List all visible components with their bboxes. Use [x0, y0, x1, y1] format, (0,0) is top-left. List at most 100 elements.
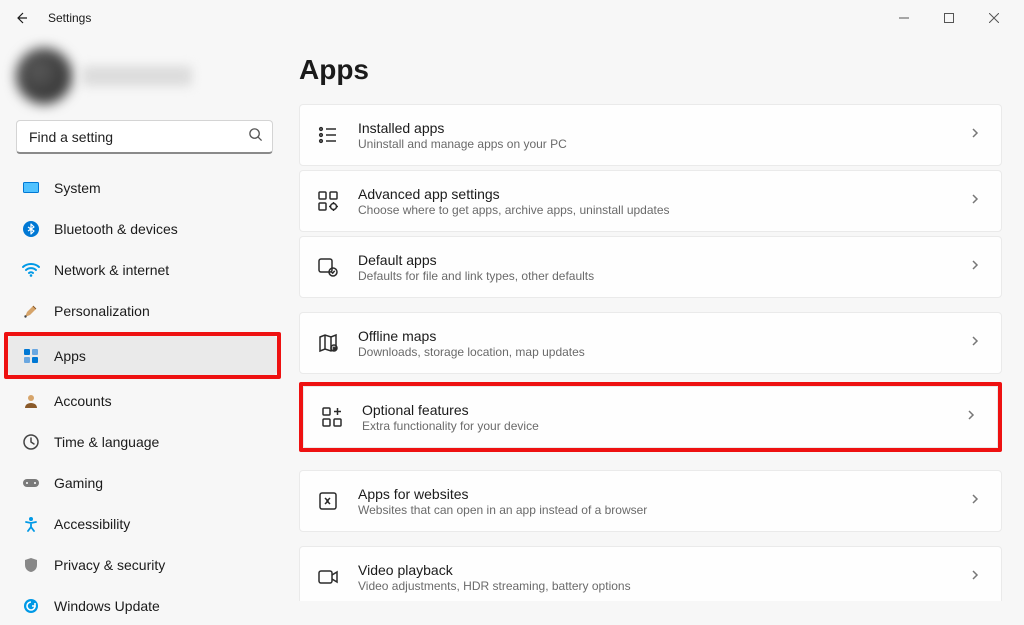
avatar [16, 48, 72, 104]
person-icon [22, 392, 40, 410]
item-text: Default apps Defaults for file and link … [358, 252, 969, 283]
item-subtitle: Defaults for file and link types, other … [358, 269, 969, 283]
group-spacer [299, 536, 1002, 542]
default-apps-icon [314, 253, 342, 281]
accessibility-icon [22, 515, 40, 533]
item-subtitle: Choose where to get apps, archive apps, … [358, 203, 969, 217]
sidebar-highlight-box: Apps [4, 332, 281, 379]
chevron-right-icon [969, 126, 981, 144]
chevron-right-icon [969, 192, 981, 210]
profile-name-redacted [82, 66, 192, 86]
sidebar-item-windows-update[interactable]: Windows Update [8, 586, 277, 625]
sidebar-item-label: Network & internet [54, 262, 169, 278]
item-apps-for-websites[interactable]: Apps for websites Websites that can open… [299, 470, 1002, 532]
item-optional-features[interactable]: Optional features Extra functionality fo… [303, 386, 998, 448]
main-panel: Apps Installed apps Uninstall and manage… [285, 36, 1024, 601]
sidebar-item-accounts[interactable]: Accounts [8, 381, 277, 420]
item-installed-apps[interactable]: Installed apps Uninstall and manage apps… [299, 104, 1002, 166]
gamepad-icon [22, 474, 40, 492]
sidebar-item-bluetooth[interactable]: Bluetooth & devices [8, 209, 277, 248]
apps-icon [22, 347, 40, 365]
item-subtitle: Downloads, storage location, map updates [358, 345, 969, 359]
link-icon [314, 487, 342, 515]
video-icon [314, 563, 342, 591]
chevron-right-icon [969, 568, 981, 586]
list-icon [314, 121, 342, 149]
sidebar-item-accessibility[interactable]: Accessibility [8, 504, 277, 543]
item-title: Optional features [362, 402, 965, 418]
settings-list: Installed apps Uninstall and manage apps… [299, 104, 1002, 601]
close-button[interactable] [971, 3, 1016, 33]
sidebar-item-label: Apps [54, 348, 86, 364]
item-subtitle: Video adjustments, HDR streaming, batter… [358, 579, 969, 593]
shield-icon [22, 556, 40, 574]
item-title: Installed apps [358, 120, 969, 136]
sidebar-item-system[interactable]: System [8, 168, 277, 207]
main-highlight-box: Optional features Extra functionality fo… [299, 382, 1002, 452]
titlebar-left: Settings [8, 4, 91, 32]
minimize-button[interactable] [881, 3, 926, 33]
window-title: Settings [48, 11, 91, 25]
sidebar-item-personalization[interactable]: Personalization [8, 291, 277, 330]
profile-section[interactable] [8, 42, 281, 116]
sidebar-item-label: Bluetooth & devices [54, 221, 178, 237]
paintbrush-icon [22, 302, 40, 320]
sidebar: System Bluetooth & devices Network & int… [0, 36, 285, 601]
bluetooth-icon [22, 220, 40, 238]
back-button[interactable] [8, 4, 36, 32]
item-subtitle: Uninstall and manage apps on your PC [358, 137, 969, 151]
sidebar-item-label: Windows Update [54, 598, 160, 614]
wifi-icon [22, 261, 40, 279]
chevron-right-icon [969, 492, 981, 510]
sidebar-item-label: Accounts [54, 393, 112, 409]
item-default-apps[interactable]: Default apps Defaults for file and link … [299, 236, 1002, 298]
titlebar: Settings [0, 0, 1024, 36]
group-spacer [299, 302, 1002, 308]
sidebar-item-label: Gaming [54, 475, 103, 491]
item-offline-maps[interactable]: Offline maps Downloads, storage location… [299, 312, 1002, 374]
apps-gear-icon [314, 187, 342, 215]
close-icon [989, 13, 999, 23]
sidebar-item-gaming[interactable]: Gaming [8, 463, 277, 502]
sidebar-item-network[interactable]: Network & internet [8, 250, 277, 289]
optional-features-icon [318, 403, 346, 431]
item-advanced-app-settings[interactable]: Advanced app settings Choose where to ge… [299, 170, 1002, 232]
window-controls [881, 3, 1016, 33]
search-box [16, 120, 273, 154]
sidebar-item-label: Personalization [54, 303, 150, 319]
search-icon [248, 127, 263, 147]
sidebar-nav: System Bluetooth & devices Network & int… [8, 168, 281, 625]
chevron-right-icon [969, 334, 981, 352]
minimize-icon [899, 13, 909, 23]
sidebar-item-apps[interactable]: Apps [8, 336, 277, 375]
sidebar-item-time-language[interactable]: Time & language [8, 422, 277, 461]
sidebar-item-label: Privacy & security [54, 557, 165, 573]
sidebar-item-label: System [54, 180, 101, 196]
page-title: Apps [299, 54, 1002, 86]
chevron-right-icon [969, 258, 981, 276]
item-subtitle: Websites that can open in an app instead… [358, 503, 969, 517]
sidebar-item-label: Time & language [54, 434, 159, 450]
map-icon [314, 329, 342, 357]
sidebar-item-privacy[interactable]: Privacy & security [8, 545, 277, 584]
item-text: Installed apps Uninstall and manage apps… [358, 120, 969, 151]
group-spacer [299, 460, 1002, 466]
item-text: Optional features Extra functionality fo… [362, 402, 965, 433]
item-video-playback[interactable]: Video playback Video adjustments, HDR st… [299, 546, 1002, 601]
item-subtitle: Extra functionality for your device [362, 419, 965, 433]
chevron-right-icon [965, 408, 977, 426]
arrow-left-icon [14, 10, 30, 26]
item-title: Apps for websites [358, 486, 969, 502]
maximize-button[interactable] [926, 3, 971, 33]
search-input[interactable] [16, 120, 273, 154]
item-title: Advanced app settings [358, 186, 969, 202]
maximize-icon [944, 13, 954, 23]
system-icon [22, 179, 40, 197]
item-text: Apps for websites Websites that can open… [358, 486, 969, 517]
item-title: Video playback [358, 562, 969, 578]
item-text: Advanced app settings Choose where to ge… [358, 186, 969, 217]
item-title: Default apps [358, 252, 969, 268]
clock-icon [22, 433, 40, 451]
update-icon [22, 597, 40, 615]
item-title: Offline maps [358, 328, 969, 344]
